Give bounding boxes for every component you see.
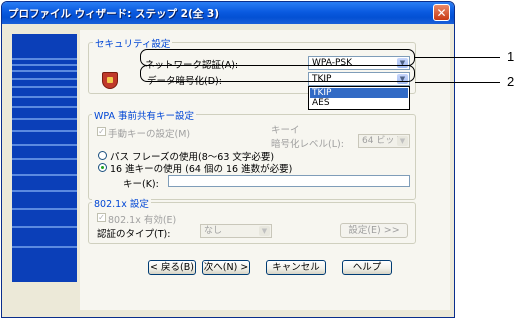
side-stripe	[12, 144, 77, 146]
hex-key-label: 16 進キーの使用 (64 個の 16 進数が必要)	[110, 164, 293, 175]
key-index-label: キーイ	[271, 125, 300, 136]
key-input[interactable]	[168, 175, 410, 187]
next-button[interactable]: 次へ(N) >	[202, 260, 250, 275]
key-field-label: キー(K):	[123, 179, 159, 190]
manual-key-label: 手動キーの設定(M)	[108, 129, 191, 140]
encryption-option-tkip[interactable]: TKIP	[310, 88, 408, 98]
manual-key-checkbox[interactable]: ✓	[97, 127, 106, 136]
title-bar[interactable]: プロファイル ウィザード: ステップ 2(全 3) ✕	[2, 2, 454, 24]
side-stripe	[12, 190, 77, 192]
shield-icon	[102, 72, 118, 89]
side-stripe	[12, 64, 77, 66]
side-stripe	[12, 106, 77, 108]
x8021-settings-button[interactable]: 設定(E) >>	[340, 223, 408, 238]
callout-outline-2	[140, 65, 415, 82]
x8021-auth-type-select[interactable]: なし ▼	[200, 224, 272, 238]
side-stripe	[12, 246, 77, 248]
wizard-side-panel	[12, 34, 77, 282]
security-group-label: セキュリティ設定	[93, 36, 173, 50]
callout-leader-1	[415, 57, 500, 58]
side-stripe	[12, 174, 77, 176]
callout-leader-2	[415, 82, 500, 83]
callout-outline-1	[140, 49, 415, 66]
data-encryption-dropdown: TKIP AES	[308, 86, 410, 110]
x8021-enable-checkbox[interactable]: ✓	[97, 213, 106, 222]
encryption-option-aes[interactable]: AES	[310, 98, 408, 108]
wpa-psk-group-label: WPA 事前共有キー設定	[92, 108, 197, 122]
callout-number-2: 2	[507, 74, 515, 89]
side-stripe	[12, 58, 77, 60]
side-stripe	[12, 130, 77, 132]
help-button[interactable]: ヘルプ	[342, 260, 392, 275]
side-stripe	[12, 208, 77, 210]
x8021-auth-type-label: 認証のタイプ(T):	[97, 229, 171, 240]
x8021-group-label: 802.1x 設定	[92, 196, 151, 210]
chevron-down-icon[interactable]: ▼	[397, 136, 408, 146]
close-icon: ✕	[436, 6, 447, 20]
passphrase-radio[interactable]	[98, 151, 107, 160]
side-stripe	[12, 70, 77, 72]
encryption-level-label: 暗号化レベル(L):	[271, 139, 344, 150]
encryption-level-select[interactable]: 64 ビット ▼	[358, 134, 410, 148]
callout-number-1: 1	[507, 49, 515, 64]
side-stripe	[12, 158, 77, 160]
side-stripe	[12, 96, 77, 98]
chevron-down-icon[interactable]: ▼	[259, 226, 270, 236]
side-stripe	[12, 118, 77, 120]
x8021-auth-type-value: なし	[204, 226, 223, 236]
x8021-enable-label: 802.1x 有効(E)	[108, 215, 177, 226]
side-stripe	[12, 78, 77, 80]
window-title: プロファイル ウィザード: ステップ 2(全 3)	[8, 8, 220, 20]
hex-key-radio[interactable]	[98, 163, 107, 172]
side-stripe	[12, 226, 77, 228]
side-stripe	[12, 86, 77, 88]
close-button[interactable]: ✕	[433, 4, 450, 21]
cancel-button[interactable]: キャンセル	[266, 260, 326, 275]
back-button[interactable]: < 戻る(B)	[148, 260, 196, 275]
